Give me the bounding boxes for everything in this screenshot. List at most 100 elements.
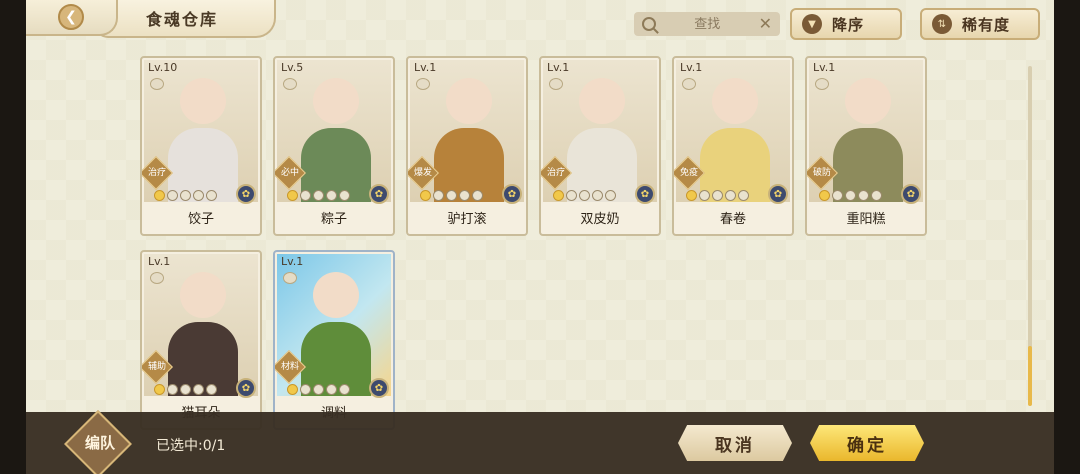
food-soul-card[interactable]: Lv.1 治疗 ✿ 双皮奶 [539,56,661,236]
card-name: 驴打滚 [447,212,487,227]
character-figure [833,78,903,202]
back-button[interactable]: ❮ [26,0,118,36]
star-rating [686,190,749,201]
card-name: 粽子 [320,212,347,227]
card-role: 材料 [280,362,299,372]
favor-icon [682,78,696,90]
card-level: Lv.1 [414,61,437,74]
favor-icon [283,272,297,284]
star-icon [605,190,616,201]
star-icon [326,190,337,201]
card-level: Lv.10 [148,61,178,74]
favor-icon [150,272,164,284]
star-icon [300,384,311,395]
favor-icon [416,78,430,90]
star-icon [206,384,217,395]
favor-icon [815,78,829,90]
star-icon [686,190,697,201]
element-icon: ✿ [768,184,788,204]
star-icon [832,190,843,201]
star-icon [193,384,204,395]
element-icon: ✿ [901,184,921,204]
star-icon [287,384,298,395]
card-role: 破防 [812,168,831,178]
descending-icon: ▼ [802,14,822,34]
favor-icon [283,78,297,90]
star-rating [819,190,882,201]
card-level: Lv.5 [281,61,304,74]
edit-team-label[interactable]: 编队 [70,412,130,474]
star-icon [845,190,856,201]
card-level: Lv.1 [281,255,304,268]
star-icon [566,190,577,201]
star-icon [871,190,882,201]
star-icon [712,190,723,201]
card-role: 治疗 [546,168,565,178]
food-soul-card[interactable]: Lv.1 爆发 ✿ 驴打滚 [406,56,528,236]
star-rating [287,384,350,395]
star-rating [154,190,217,201]
card-role: 必中 [280,168,299,178]
food-soul-card[interactable]: Lv.1 免疫 ✿ 春卷 [672,56,794,236]
star-icon [180,190,191,201]
star-icon [446,190,457,201]
search-box[interactable]: ✕ [634,12,780,36]
star-rating [420,190,483,201]
confirm-button[interactable]: 确定 [810,425,924,461]
character-figure [301,78,371,202]
food-soul-card[interactable]: Lv.1 材料 ✿ 调料 [273,250,395,430]
star-icon [180,384,191,395]
sort-order-button[interactable]: ▼ 降序 [790,8,902,40]
character-figure [168,78,238,202]
food-soul-card[interactable]: Lv.10 治疗 ✿ 饺子 [140,56,262,236]
star-icon [420,190,431,201]
card-name: 重阳糕 [846,212,886,227]
search-input[interactable] [656,16,759,32]
element-icon: ✿ [635,184,655,204]
star-rating [287,190,350,201]
element-icon: ✿ [236,378,256,398]
character-figure [434,78,504,202]
title-tab: 食魂仓库 [94,0,276,38]
star-icon [154,384,165,395]
star-icon [167,190,178,201]
warehouse-screen: 食魂仓库 ❮ ✕ ▼ 降序 ⇅ 稀有度 Lv.10 治疗 ✿ 饺子 [26,0,1054,474]
favor-icon [549,78,563,90]
scrollbar-track[interactable] [1028,66,1032,386]
star-rating [553,190,616,201]
star-icon [592,190,603,201]
sort-rarity-label: 稀有度 [962,15,1011,34]
food-soul-card[interactable]: Lv.5 必中 ✿ 粽子 [273,56,395,236]
star-icon [579,190,590,201]
search-icon [642,17,656,31]
card-level: Lv.1 [813,61,836,74]
star-icon [287,190,298,201]
star-icon [433,190,444,201]
page-title: 食魂仓库 [146,10,219,29]
card-level: Lv.1 [680,61,703,74]
scrollbar-thumb[interactable] [1028,346,1032,406]
element-icon: ✿ [236,184,256,204]
element-icon: ✿ [369,184,389,204]
card-role: 免疫 [679,168,698,178]
card-name: 双皮奶 [580,212,620,227]
star-icon [313,384,324,395]
star-icon [553,190,564,201]
sort-rarity-button[interactable]: ⇅ 稀有度 [920,8,1040,40]
star-icon [326,384,337,395]
food-soul-card[interactable]: Lv.1 辅助 ✿ 猫耳朵 [140,250,262,430]
cancel-button[interactable]: 取消 [678,425,792,461]
star-icon [339,384,350,395]
star-icon [339,190,350,201]
card-level: Lv.1 [547,61,570,74]
star-icon [819,190,830,201]
clear-icon[interactable]: ✕ [759,16,772,32]
element-icon: ✿ [502,184,522,204]
food-soul-card[interactable]: Lv.1 破防 ✿ 重阳糕 [805,56,927,236]
star-icon [300,190,311,201]
star-icon [858,190,869,201]
card-level: Lv.1 [148,255,171,268]
card-name: 春卷 [719,212,746,227]
star-icon [738,190,749,201]
star-rating [154,384,217,395]
